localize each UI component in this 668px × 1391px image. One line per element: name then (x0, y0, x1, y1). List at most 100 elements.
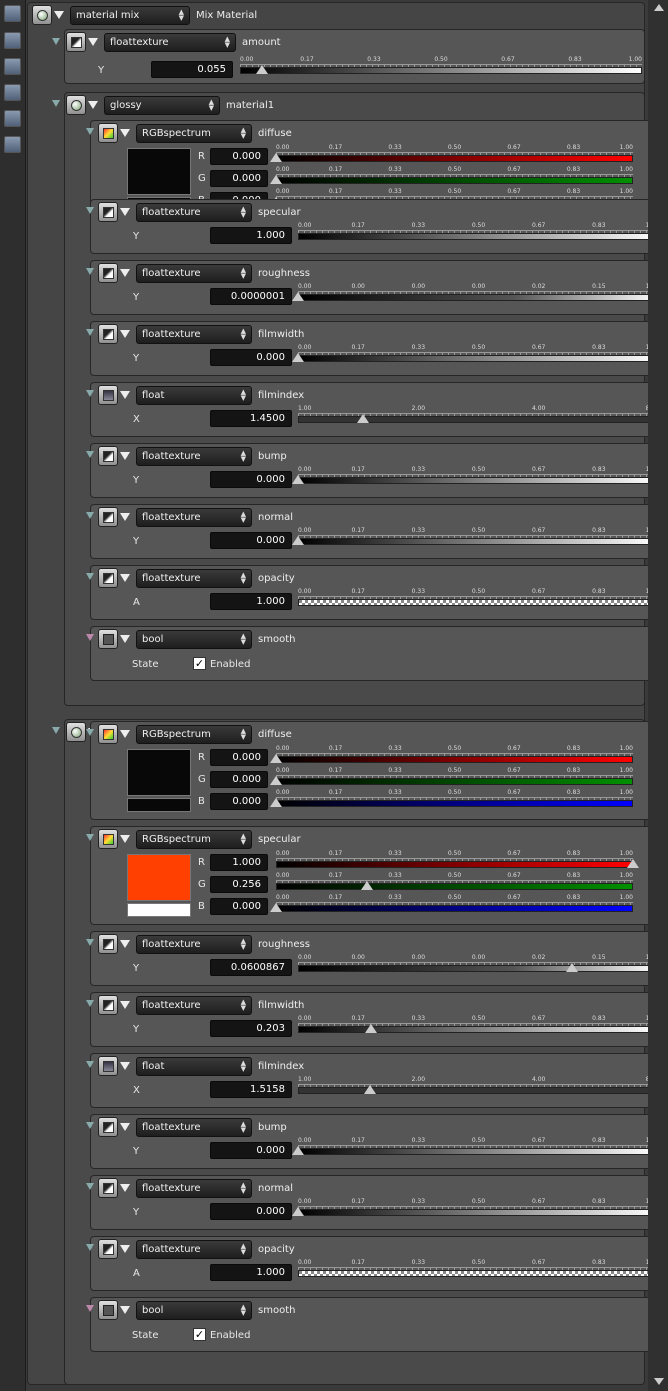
m2-diffuse-r-marker-icon[interactable] (270, 754, 282, 763)
m2-specular-type-select[interactable]: RGBspectrum ▲ ▼ (136, 829, 252, 849)
m2-normal-type-icon[interactable] (98, 1178, 118, 1198)
m1-bump-value-field[interactable]: 0.000 (210, 471, 292, 488)
m2-normal-value-field[interactable]: 0.000 (210, 1203, 292, 1220)
m2-opacity-type-select[interactable]: floattexture ▲ ▼ (136, 1239, 252, 1259)
m1-roughness-slider[interactable]: 0.000.000.000.000.020.151.00 (292, 283, 659, 303)
m1-filmindex-value-field[interactable]: 1.4500 (210, 410, 292, 427)
m2-diffuse-b-slider[interactable]: 0.00 0.17 0.33 0.50 0.67 0.83 1.00 (270, 789, 633, 809)
m2-filmindex-collapse-icon[interactable] (120, 1062, 130, 1070)
m2-filmwidth-type-icon[interactable] (98, 995, 118, 1015)
m2-filmindex-type-icon[interactable] (98, 1056, 118, 1076)
root-material-type-select[interactable]: material mix ▲ ▼ (70, 5, 190, 25)
m1-filmwidth-link-icon[interactable] (86, 329, 94, 336)
amount-value-field[interactable]: 0.055 (151, 61, 233, 78)
m2-bump-link-icon[interactable] (86, 1122, 94, 1129)
m2-filmwidth-link-icon[interactable] (86, 1000, 94, 1007)
m2-normal-slider[interactable]: 0.000.170.330.500.670.831.00 (292, 1198, 659, 1218)
m2-specular-color-swatch[interactable] (127, 854, 191, 901)
m1-diffuse-g-value-field[interactable]: 0.000 (210, 170, 268, 187)
m1-bump-slider[interactable]: 0.000.170.330.500.670.831.00 (292, 466, 659, 486)
m2-diffuse-b-value-field[interactable]: 0.000 (210, 793, 268, 810)
m2-specular-collapse-icon[interactable] (120, 835, 130, 843)
m2-specular-r-slider[interactable]: 0.00 0.17 0.33 0.50 0.67 0.83 1.00 (276, 850, 639, 870)
amount-link-icon[interactable] (52, 38, 60, 45)
m2-specular-r-marker-icon[interactable] (627, 859, 639, 868)
m2-roughness-type-icon[interactable] (98, 934, 118, 954)
m2-roughness-slider[interactable]: 0.000.000.000.000.020.151.00 (298, 954, 659, 974)
m1-opacity-type-icon[interactable] (98, 568, 118, 588)
m1-bump-marker-icon[interactable] (292, 475, 304, 484)
m1-roughness-link-icon[interactable] (86, 268, 94, 275)
m2-specular-r-value-field[interactable]: 1.000 (210, 854, 268, 871)
m2-smooth-link-icon[interactable] (86, 1305, 94, 1312)
m2-filmwidth-marker-icon[interactable] (365, 1024, 378, 1033)
m1-smooth-enabled-checkbox[interactable]: ✓ (193, 657, 206, 670)
m1-filmindex-slider[interactable]: 1.002.004.008.00 (298, 405, 659, 425)
m2-specular-b-value-field[interactable]: 0.000 (210, 898, 268, 915)
m1-normal-collapse-icon[interactable] (120, 513, 130, 521)
m1-normal-value-field[interactable]: 0.000 (210, 532, 292, 549)
m1-diffuse-collapse-icon[interactable] (120, 129, 130, 137)
amount-type-icon[interactable] (66, 32, 86, 52)
m2-bump-collapse-icon[interactable] (120, 1123, 130, 1131)
m1-filmwidth-type-icon[interactable] (98, 324, 118, 344)
m1-filmwidth-marker-icon[interactable] (292, 353, 304, 362)
scroll-down-icon[interactable] (654, 1378, 664, 1385)
m1-specular-type-icon[interactable] (98, 202, 118, 222)
material1-link-icon[interactable] (52, 100, 60, 107)
m2-diffuse-color-swatch[interactable] (127, 749, 191, 796)
m1-opacity-type-select[interactable]: floattexture ▲ ▼ (136, 568, 252, 588)
m2-specular-g-slider[interactable]: 0.00 0.17 0.33 0.50 0.67 0.83 1.00 (276, 872, 633, 892)
m1-filmwidth-value-field[interactable]: 0.000 (210, 349, 292, 366)
m1-diffuse-r-marker-icon[interactable] (270, 153, 282, 162)
m1-filmindex-link-icon[interactable] (86, 390, 94, 397)
m1-roughness-marker-icon[interactable] (292, 292, 304, 301)
m2-filmindex-marker-icon[interactable] (364, 1085, 377, 1094)
m1-diffuse-r-value-field[interactable]: 0.000 (210, 148, 268, 165)
render-icon[interactable] (4, 5, 21, 22)
m2-diffuse-g-value-field[interactable]: 0.000 (210, 771, 268, 788)
m2-filmindex-link-icon[interactable] (86, 1061, 94, 1068)
root-material-collapse-icon[interactable] (54, 11, 64, 19)
m2-normal-marker-icon[interactable] (292, 1207, 304, 1216)
m1-roughness-type-select[interactable]: floattexture ▲ ▼ (136, 263, 252, 283)
m1-normal-type-icon[interactable] (98, 507, 118, 527)
m1-diffuse-g-marker-icon[interactable] (270, 175, 282, 184)
m2-specular-link-icon[interactable] (86, 834, 94, 841)
m2-filmwidth-type-select[interactable]: floattexture ▲ ▼ (136, 995, 252, 1015)
m2-diffuse-g-slider[interactable]: 0.00 0.17 0.33 0.50 0.67 0.83 1.00 (270, 767, 633, 787)
m1-normal-marker-icon[interactable] (292, 536, 304, 545)
m2-filmwidth-slider[interactable]: 0.000.170.330.500.670.831.00 (298, 1015, 659, 1035)
m1-diffuse-type-select[interactable]: RGBspectrum ▲ ▼ (136, 123, 252, 143)
scroll-up-icon[interactable] (654, 4, 664, 11)
m2-specular-b-slider[interactable]: 0.00 0.17 0.33 0.50 0.67 0.83 1.00 (270, 894, 633, 914)
m1-specular-value-field[interactable]: 1.000 (210, 227, 292, 244)
m2-bump-type-icon[interactable] (98, 1117, 118, 1137)
m1-smooth-type-icon[interactable] (98, 629, 118, 649)
m2-roughness-collapse-icon[interactable] (120, 940, 130, 948)
m1-filmwidth-slider[interactable]: 0.000.170.330.500.670.831.00 (292, 344, 659, 364)
m2-normal-type-select[interactable]: floattexture ▲ ▼ (136, 1178, 252, 1198)
environment-icon[interactable] (4, 84, 21, 101)
m1-bump-type-select[interactable]: floattexture ▲ ▼ (136, 446, 252, 466)
m1-filmwidth-type-select[interactable]: floattexture ▲ ▼ (136, 324, 252, 344)
m1-bump-type-icon[interactable] (98, 446, 118, 466)
m1-roughness-collapse-icon[interactable] (120, 269, 130, 277)
m1-opacity-collapse-icon[interactable] (120, 574, 130, 582)
kernel-icon[interactable] (4, 136, 21, 153)
m1-smooth-collapse-icon[interactable] (120, 635, 130, 643)
film-icon[interactable] (4, 58, 21, 75)
camera-icon[interactable] (4, 32, 21, 49)
m2-diffuse-r-value-field[interactable]: 0.000 (210, 749, 268, 766)
m1-filmindex-collapse-icon[interactable] (120, 391, 130, 399)
m2-bump-slider[interactable]: 0.000.170.330.500.670.831.00 (292, 1137, 659, 1157)
m2-specular-type-icon[interactable] (98, 829, 118, 849)
m1-diffuse-type-icon[interactable] (98, 123, 118, 143)
m1-filmindex-type-icon[interactable] (98, 385, 118, 405)
amount-collapse-icon[interactable] (88, 38, 98, 46)
m2-bump-value-field[interactable]: 0.000 (210, 1142, 292, 1159)
material1-type-icon[interactable] (66, 95, 86, 115)
m2-smooth-collapse-icon[interactable] (120, 1306, 130, 1314)
m2-filmwidth-collapse-icon[interactable] (120, 1001, 130, 1009)
m1-specular-collapse-icon[interactable] (120, 208, 130, 216)
